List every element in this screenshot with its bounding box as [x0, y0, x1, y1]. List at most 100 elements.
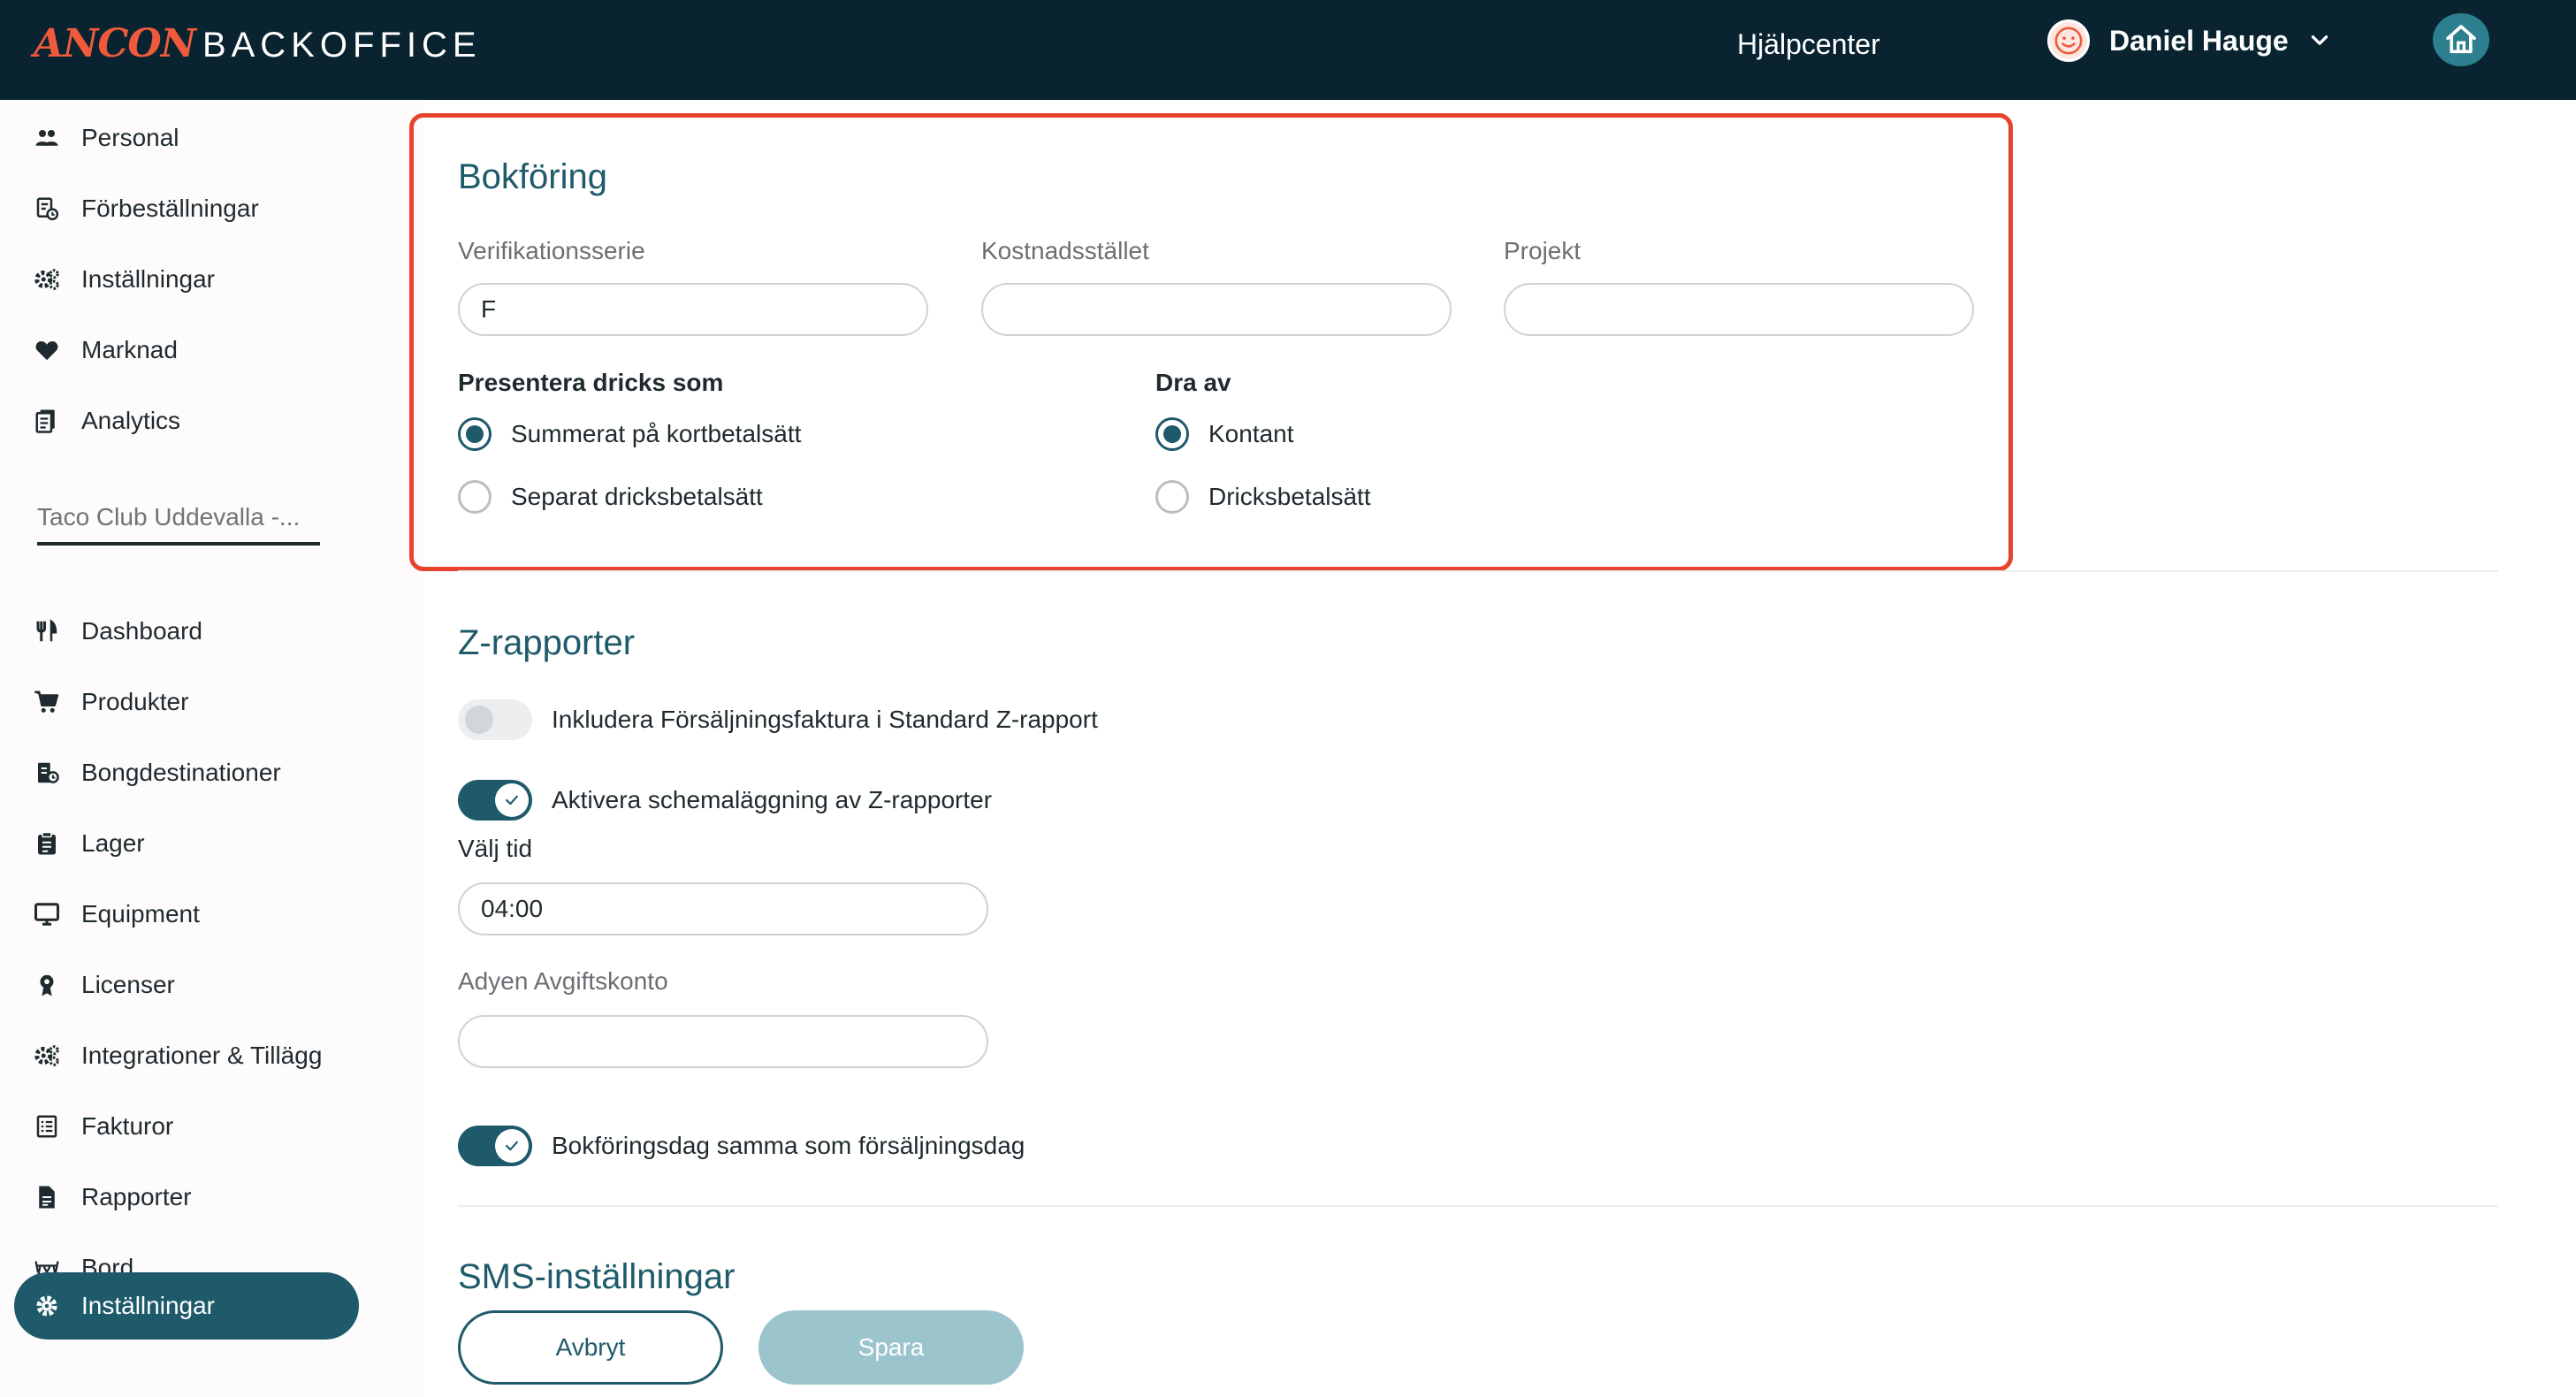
sidebar-item-label: Integrationer & Tillägg — [81, 1042, 323, 1069]
radio-selected[interactable] — [1155, 417, 1189, 451]
sidebar-item-label: Licenser — [81, 971, 175, 998]
printer-icon — [32, 758, 62, 788]
bokforing-title: Bokföring — [458, 157, 607, 196]
dra-av-option-dricksbetalsatt[interactable]: Dricksbetalsätt — [1155, 480, 1371, 514]
toggle-label: Bokföringsdag samma som försäljningsdag — [552, 1132, 1025, 1159]
booking-day-toggle[interactable] — [458, 1126, 532, 1166]
sidebar-item-installningar-top[interactable]: Inställningar — [14, 246, 359, 313]
users-icon — [32, 123, 62, 153]
radio-label: Separat dricksbetalsätt — [511, 483, 763, 510]
zrapporter-title: Z-rapporter — [458, 623, 636, 662]
sidebar-item-label: Analytics — [81, 407, 181, 434]
verifikationsserie-input[interactable]: F — [458, 283, 928, 336]
cart-icon — [32, 687, 62, 717]
radio-unselected[interactable] — [1155, 480, 1189, 514]
sidebar-item-label: Dashboard — [81, 617, 202, 645]
sidebar-item-forbestallningar[interactable]: Förbeställningar — [14, 175, 359, 242]
brand-logo[interactable]: ANCON BACKOFFICE — [34, 21, 482, 66]
brand-primary: ANCON — [34, 21, 196, 66]
fork-knife-icon — [32, 616, 62, 646]
clipboard-icon — [32, 828, 62, 859]
sidebar-item-marknad[interactable]: Marknad — [14, 317, 359, 384]
user-name: Daniel Hauge — [2109, 24, 2289, 57]
include-invoice-toggle-row[interactable]: Inkludera Försäljningsfaktura i Standard… — [458, 699, 1098, 740]
sidebar-item-label: Equipment — [81, 900, 200, 928]
booking-day-toggle-row[interactable]: Bokföringsdag samma som försäljningsdag — [458, 1126, 1025, 1166]
save-button[interactable]: Spara — [758, 1310, 1024, 1385]
projekt-label: Projekt — [1504, 237, 1581, 264]
smiley-icon — [2054, 27, 2083, 55]
schedule-toggle-row[interactable]: Aktivera schemaläggning av Z-rapporter — [458, 780, 992, 821]
sidebar-item-installningar[interactable]: Inställningar — [14, 1272, 359, 1340]
section-divider — [458, 570, 2498, 572]
sidebar-item-label: Inställningar — [81, 265, 215, 293]
invoice-icon — [32, 1111, 62, 1141]
sidebar-item-label: Personal — [81, 124, 179, 151]
time-label: Välj tid — [458, 835, 533, 862]
sidebar-item-equipment[interactable]: Equipment — [14, 881, 359, 948]
report-icon — [32, 1182, 62, 1212]
sidebar-item-licenser[interactable]: Licenser — [14, 951, 359, 1019]
analytics-icon — [32, 406, 62, 436]
top-bar: ANCON BACKOFFICE Hjälpcenter Daniel Haug… — [0, 0, 2576, 100]
license-icon — [32, 970, 62, 1000]
radio-unselected[interactable] — [458, 480, 492, 514]
preorder-icon — [32, 194, 62, 224]
sidebar-item-label: Fakturor — [81, 1112, 174, 1140]
sidebar-item-dashboard[interactable]: Dashboard — [14, 598, 359, 665]
sidebar-item-label: Inställningar — [81, 1292, 215, 1319]
sidebar-item-produkter[interactable]: Produkter — [14, 668, 359, 736]
dra-av-option-kontant[interactable]: Kontant — [1155, 417, 1294, 451]
monitor-icon — [32, 899, 62, 929]
home-button[interactable] — [2433, 13, 2489, 66]
help-center-link[interactable]: Hjälpcenter — [1737, 28, 1880, 61]
sidebar-item-label: Rapporter — [81, 1183, 192, 1210]
sidebar-item-lager[interactable]: Lager — [14, 810, 359, 877]
toggle-label: Aktivera schemaläggning av Z-rapporter — [552, 786, 993, 813]
sidebar-item-analytics[interactable]: Analytics — [14, 387, 359, 454]
radio-selected[interactable] — [458, 417, 492, 451]
kostnadsstallet-label: Kostnadsstället — [981, 237, 1149, 264]
cancel-button[interactable]: Avbryt — [458, 1310, 723, 1385]
adyen-label: Adyen Avgiftskonto — [458, 967, 668, 995]
check-icon — [506, 1141, 518, 1151]
sidebar-item-integrationer[interactable]: Integrationer & Tillägg — [14, 1022, 359, 1089]
radio-label: Summerat på kortbetalsätt — [511, 420, 802, 447]
radio-label: Dricksbetalsätt — [1208, 483, 1371, 510]
sidebar-item-personal[interactable]: Personal — [14, 104, 359, 172]
time-input[interactable]: 04:00 — [458, 882, 988, 935]
sidebar-item-label: Förbeställningar — [81, 195, 259, 222]
site-selector[interactable]: Taco Club Uddevalla -... — [37, 492, 320, 546]
radio-label: Kontant — [1208, 420, 1294, 447]
avatar — [2047, 19, 2090, 62]
sidebar-item-label: Lager — [81, 829, 145, 857]
dricks-label: Presentera dricks som — [458, 369, 724, 396]
gears-icon — [32, 264, 62, 294]
projekt-input[interactable] — [1504, 283, 1974, 336]
dra-av-label: Dra av — [1155, 369, 1231, 396]
sms-title: SMS-inställningar — [458, 1257, 735, 1296]
gear-icon — [32, 1291, 62, 1321]
gears-icon — [32, 1041, 62, 1071]
adyen-input[interactable] — [458, 1015, 988, 1068]
chevron-down-icon — [2311, 35, 2328, 45]
dricks-option-separat[interactable]: Separat dricksbetalsätt — [458, 480, 763, 514]
home-icon — [2446, 25, 2476, 54]
kostnadsstallet-input[interactable] — [981, 283, 1452, 336]
schedule-toggle[interactable] — [458, 780, 532, 821]
sidebar-item-label: Bongdestinationer — [81, 759, 281, 786]
sidebar-item-label: Marknad — [81, 336, 178, 363]
toggle-label: Inkludera Försäljningsfaktura i Standard… — [552, 706, 1098, 733]
sidebar-item-bongdestinationer[interactable]: Bongdestinationer — [14, 739, 359, 806]
dricks-option-summerat[interactable]: Summerat på kortbetalsätt — [458, 417, 801, 451]
section-divider — [458, 1205, 2498, 1207]
sidebar-item-rapporter[interactable]: Rapporter — [14, 1164, 359, 1231]
user-menu[interactable]: Daniel Hauge — [2047, 19, 2331, 62]
sidebar: Personal Förbeställningar Inställningar … — [0, 100, 424, 1397]
check-icon — [506, 795, 518, 805]
verifikationsserie-label: Verifikationsserie — [458, 237, 645, 264]
sidebar-item-fakturor[interactable]: Fakturor — [14, 1093, 359, 1160]
sidebar-item-label: Produkter — [81, 688, 189, 715]
include-invoice-toggle[interactable] — [458, 699, 532, 740]
heart-icon — [32, 335, 62, 365]
